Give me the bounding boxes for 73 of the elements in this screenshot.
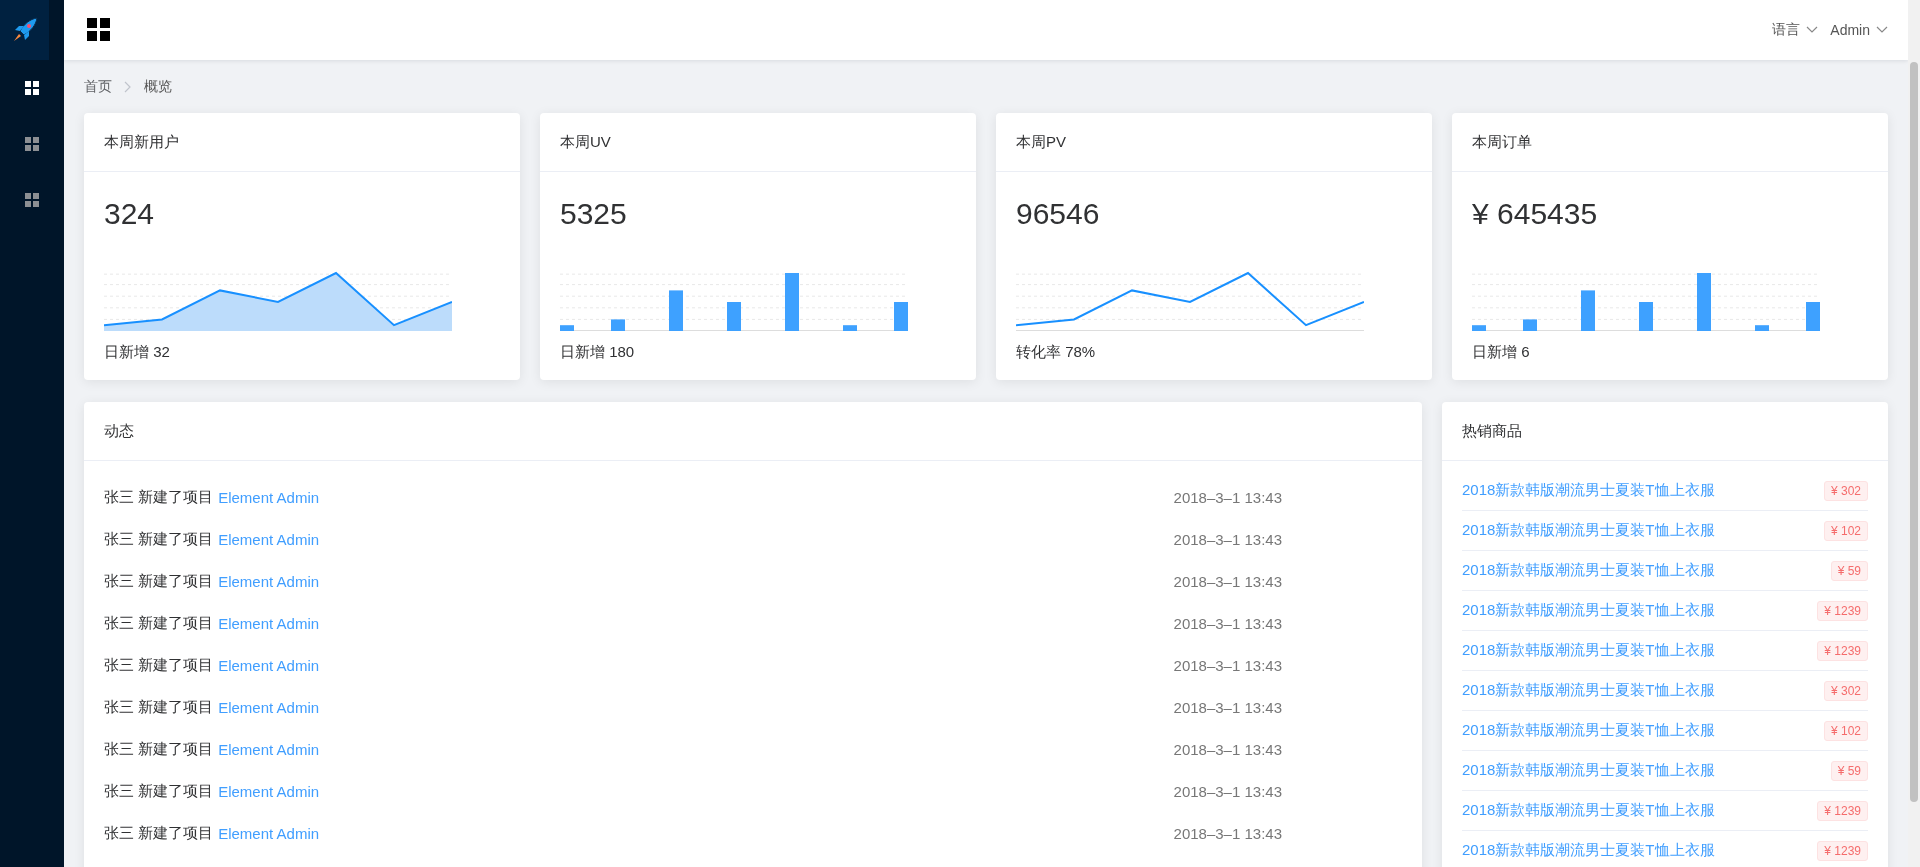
scrollbar[interactable] [1908, 0, 1920, 867]
price-tag: ¥ 59 [1830, 560, 1868, 581]
price-tag: ¥ 302 [1823, 680, 1868, 701]
activity-time: 2018–3–1 13:43 [1173, 824, 1282, 842]
stat-value: ¥ 645435 [1472, 196, 1599, 232]
breadcrumb-item[interactable]: 概览 [144, 78, 172, 96]
card-title: 本周订单 [1472, 132, 1532, 152]
project-link[interactable]: Element Admin [218, 698, 320, 716]
card-title: 本周PV [1016, 132, 1066, 152]
price-tag: ¥ 1239 [1817, 800, 1868, 821]
project-link[interactable]: Element Admin [218, 782, 320, 800]
project-link[interactable]: Element Admin [218, 824, 320, 842]
breadcrumb-item[interactable]: 首页 [84, 78, 112, 96]
product-link[interactable]: 2018新款韩版潮流男士夏装T恤上衣服 [1462, 601, 1715, 620]
project-link[interactable]: Element Admin [218, 614, 320, 632]
card-title: 本周UV [560, 132, 611, 152]
product-link[interactable]: 2018新款韩版潮流男士夏装T恤上衣服 [1462, 721, 1715, 740]
product-link[interactable]: 2018新款韩版潮流男士夏装T恤上衣服 [1462, 841, 1715, 860]
product-link[interactable]: 2018新款韩版潮流男士夏装T恤上衣服 [1462, 561, 1715, 580]
activity-time: 2018–3–1 13:43 [1173, 530, 1282, 548]
activity-text: 张三 新建了项目 [104, 529, 214, 549]
stat-footer: 转化率 78% [1016, 343, 1412, 362]
product-link[interactable]: 2018新款韩版潮流男士夏装T恤上衣服 [1462, 521, 1715, 540]
stat-footer: 日新增 32 [104, 343, 500, 362]
activity-text: 张三 新建了项目 [104, 781, 214, 801]
menu-icon[interactable] [87, 18, 111, 42]
stat-value: 324 [104, 196, 156, 232]
price-tag: ¥ 102 [1823, 520, 1868, 541]
activity-time: 2018–3–1 13:43 [1173, 572, 1282, 590]
product-link[interactable]: 2018新款韩版潮流男士夏装T恤上衣服 [1462, 681, 1715, 700]
activity-text: 张三 新建了项目 [104, 613, 214, 633]
price-tag: ¥ 1239 [1817, 600, 1868, 621]
stat-footer: 日新增 180 [560, 343, 956, 362]
price-tag: ¥ 1239 [1817, 640, 1868, 661]
grid-icon [24, 192, 40, 208]
card-title: 热销商品 [1462, 421, 1522, 441]
product-link[interactable]: 2018新款韩版潮流男士夏装T恤上衣服 [1462, 801, 1715, 820]
price-tag: ¥ 59 [1830, 760, 1868, 781]
activity-text: 张三 新建了项目 [104, 571, 214, 591]
activity-text: 张三 新建了项目 [104, 487, 214, 507]
product-link[interactable]: 2018新款韩版潮流男士夏装T恤上衣服 [1462, 641, 1715, 660]
price-tag: ¥ 302 [1823, 480, 1868, 501]
user-dropdown[interactable]: Admin [1830, 21, 1888, 39]
activity-text: 张三 新建了项目 [104, 823, 214, 843]
stat-footer: 日新增 6 [1472, 343, 1868, 362]
project-link[interactable]: Element Admin [218, 488, 320, 506]
breadcrumb-separator-icon [124, 81, 132, 93]
stat-value: 5325 [560, 196, 628, 232]
activity-text: 张三 新建了项目 [104, 655, 214, 675]
grid-icon [24, 136, 40, 152]
activity-time: 2018–3–1 13:43 [1173, 488, 1282, 506]
activity-time: 2018–3–1 13:43 [1173, 656, 1282, 674]
project-link[interactable]: Element Admin [218, 572, 320, 590]
price-tag: ¥ 1239 [1817, 840, 1868, 861]
chevron-down-icon [1876, 26, 1888, 34]
activity-text: 张三 新建了项目 [104, 697, 214, 717]
stat-value: 96546 [1016, 196, 1101, 232]
card-title: 本周新用户 [104, 132, 179, 152]
project-link[interactable]: Element Admin [218, 530, 320, 548]
price-tag: ¥ 102 [1823, 720, 1868, 741]
activity-time: 2018–3–1 13:43 [1173, 782, 1282, 800]
grid-icon [24, 80, 40, 96]
language-dropdown[interactable]: 语言 [1772, 21, 1819, 39]
product-link[interactable]: 2018新款韩版潮流男士夏装T恤上衣服 [1462, 761, 1715, 780]
card-title: 动态 [104, 421, 134, 441]
activity-time: 2018–3–1 13:43 [1173, 614, 1282, 632]
chevron-down-icon [1806, 26, 1819, 34]
project-link[interactable]: Element Admin [218, 740, 320, 758]
activity-time: 2018–3–1 13:43 [1173, 698, 1282, 716]
activity-time: 2018–3–1 13:43 [1173, 740, 1282, 758]
product-link[interactable]: 2018新款韩版潮流男士夏装T恤上衣服 [1462, 481, 1715, 500]
project-link[interactable]: Element Admin [218, 656, 320, 674]
activity-text: 张三 新建了项目 [104, 739, 214, 759]
